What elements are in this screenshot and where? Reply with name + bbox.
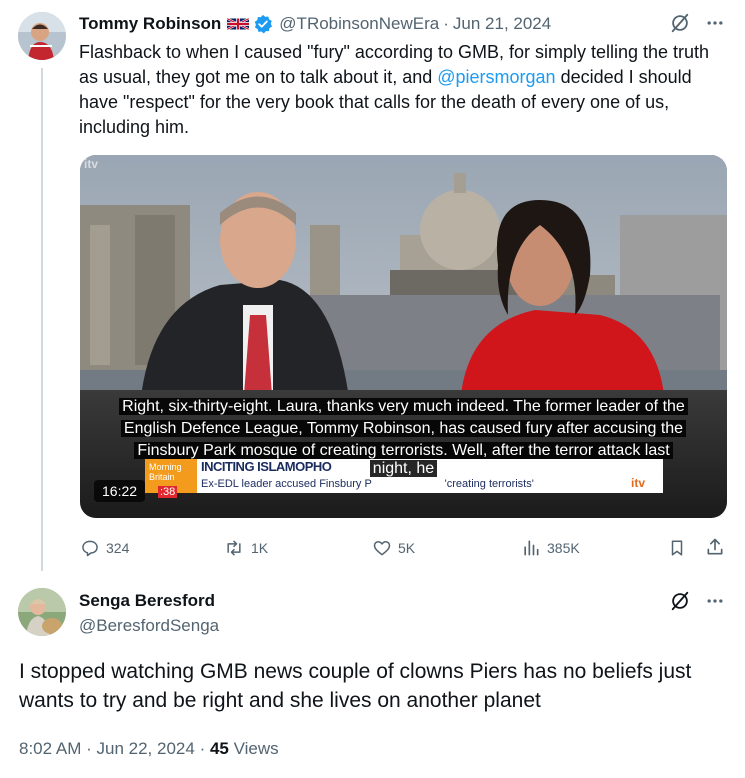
views-count: 385K bbox=[547, 540, 580, 556]
reply-text: I stopped watching GMB news couple of cl… bbox=[19, 660, 692, 712]
reply-views-count: 45 bbox=[209, 739, 229, 758]
views-action[interactable]: 385K bbox=[521, 537, 580, 559]
reply-meta: 8:02 AM · Jun 22, 2024 · 45 Views bbox=[19, 737, 279, 761]
channel-logo-watermark: itv bbox=[84, 157, 99, 171]
caption-line-1: Right, six-thirty-eight. Laura, thanks v… bbox=[80, 396, 727, 418]
reply-grok-icon[interactable] bbox=[668, 589, 692, 613]
like-count: 5K bbox=[398, 540, 416, 556]
thread-connector-line bbox=[41, 68, 43, 571]
reply-icon bbox=[82, 540, 98, 557]
senga-beresford-avatar[interactable] bbox=[18, 588, 66, 636]
mention-link[interactable]: @piersmorgan bbox=[437, 67, 555, 87]
caption-text-4: night, he bbox=[369, 460, 438, 477]
like-action[interactable]: 5K bbox=[372, 537, 415, 559]
reply-action[interactable]: 324 bbox=[80, 537, 129, 559]
reply-time[interactable]: 8:02 AM bbox=[19, 739, 81, 758]
share-icon[interactable] bbox=[704, 536, 726, 558]
reply-author-name[interactable]: Senga Beresford bbox=[79, 590, 215, 612]
reply-count: 324 bbox=[106, 540, 130, 556]
caption-line-4: night, he bbox=[80, 458, 727, 480]
reply-more-options-icon[interactable] bbox=[703, 589, 727, 613]
caption-text-2: English Defence League, Tommy Robinson, … bbox=[120, 420, 687, 437]
tommy-robinson-avatar[interactable] bbox=[18, 12, 66, 60]
caption-line-2: English Defence League, Tommy Robinson, … bbox=[80, 418, 727, 440]
reply-meta-separator: · bbox=[86, 739, 92, 758]
tweet-text: Flashback to when I caused "fury" accord… bbox=[79, 40, 729, 140]
reply-date[interactable]: Jun 22, 2024 bbox=[97, 739, 195, 758]
video-duration-badge: 16:22 bbox=[94, 480, 146, 502]
retweet-action[interactable]: 1K bbox=[223, 537, 268, 559]
verified-badge-icon bbox=[253, 14, 273, 34]
grok-icon[interactable] bbox=[668, 11, 692, 35]
uk-flag-icon bbox=[227, 17, 250, 31]
more-options-icon[interactable] bbox=[703, 11, 727, 35]
reply-meta-separator-2: · bbox=[199, 739, 206, 758]
caption-text-1: Right, six-thirty-eight. Laura, thanks v… bbox=[119, 398, 688, 415]
video-player[interactable]: itv Right, six-thirty-eight. Laura, than… bbox=[80, 155, 727, 518]
author-name[interactable]: Tommy Robinson bbox=[79, 14, 221, 34]
author-handle[interactable]: @TRobinsonNewEra bbox=[279, 14, 439, 34]
tweet-header: Tommy Robinson @TRobinsonNewEra · Jun 21… bbox=[79, 13, 551, 35]
show-time-badge: :38 bbox=[158, 486, 178, 498]
heart-icon bbox=[373, 541, 391, 556]
header-separator: · bbox=[443, 14, 449, 33]
reply-views-label: Views bbox=[233, 739, 279, 758]
tweet-date[interactable]: Jun 21, 2024 bbox=[453, 14, 551, 34]
analytics-icon bbox=[524, 540, 539, 556]
bookmark-icon[interactable] bbox=[666, 537, 688, 559]
retweet-icon bbox=[227, 540, 241, 556]
reply-author-handle[interactable]: @BeresfordSenga bbox=[79, 615, 219, 637]
retweet-count: 1K bbox=[251, 540, 269, 556]
caption-text-3: Finsbury Park mosque of creating terrori… bbox=[134, 442, 673, 459]
